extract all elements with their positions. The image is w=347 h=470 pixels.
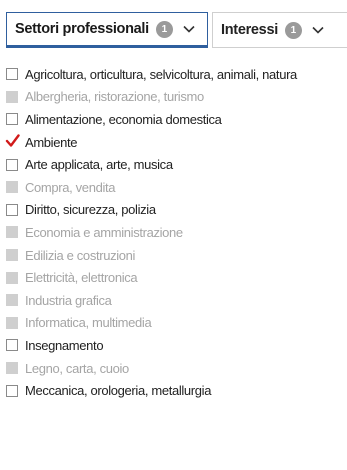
sector-option[interactable]: Agricoltura, orticultura, selvicoltura, … <box>6 63 347 86</box>
tab-interessi-label: Interessi <box>221 22 278 38</box>
sector-option: Compra, vendita <box>6 176 347 199</box>
sector-option[interactable]: Insegnamento <box>6 334 347 357</box>
sector-option-label: Agricoltura, orticultura, selvicoltura, … <box>25 66 297 82</box>
sector-option-label: Elettricità, elettronica <box>25 270 138 286</box>
sector-option[interactable]: Diritto, sicurezza, polizia <box>6 199 347 222</box>
checkmark-icon[interactable] <box>5 134 20 148</box>
checkbox <box>6 294 18 307</box>
chevron-down-icon <box>311 23 325 37</box>
checkbox <box>6 181 18 194</box>
sector-option[interactable]: Meccanica, orologeria, metallurgia <box>6 379 347 402</box>
checkbox[interactable] <box>6 113 18 126</box>
sector-option-label: Legno, carta, cuoio <box>25 360 129 376</box>
sector-option[interactable]: Alimentazione, economia domestica <box>6 108 347 131</box>
sector-option[interactable]: Arte applicata, arte, musica <box>6 153 347 176</box>
tab-settori-label: Settori professionali <box>15 21 149 37</box>
tab-settori-professionali[interactable]: Settori professionali 1 <box>6 12 208 48</box>
checkbox[interactable] <box>6 339 18 352</box>
checkbox <box>6 226 18 239</box>
checkbox[interactable] <box>6 158 18 171</box>
checkbox <box>6 271 18 284</box>
checkbox <box>6 90 18 103</box>
filter-panel: Settori professionali 1 Interessi 1 Agri… <box>0 0 347 470</box>
sector-option: Edilizia e costruzioni <box>6 244 347 267</box>
checkbox[interactable] <box>6 68 18 81</box>
sector-option-label: Compra, vendita <box>25 179 116 195</box>
sector-option-label: Informatica, multimedia <box>25 315 152 331</box>
checkbox <box>6 249 18 262</box>
sector-option-label: Diritto, sicurezza, polizia <box>25 202 156 218</box>
tab-interessi[interactable]: Interessi 1 <box>212 12 347 48</box>
tab-settori-count-badge: 1 <box>155 20 173 38</box>
sector-option-label: Industria grafica <box>25 292 112 308</box>
sector-option[interactable]: Ambiente <box>5 131 347 154</box>
sector-option-label: Meccanica, orologeria, metallurgia <box>25 383 212 399</box>
chevron-down-icon <box>182 22 196 36</box>
sector-option-list: Agricoltura, orticultura, selvicoltura, … <box>5 63 347 402</box>
sector-option-label: Edilizia e costruzioni <box>25 247 136 263</box>
sector-option: Elettricità, elettronica <box>6 266 347 289</box>
sector-option-label: Arte applicata, arte, musica <box>25 157 173 173</box>
sector-option: Albergheria, ristorazione, turismo <box>6 86 347 109</box>
checkbox <box>6 316 18 329</box>
filter-tabs: Settori professionali 1 Interessi 1 <box>6 12 347 48</box>
sector-option-label: Insegnamento <box>25 337 104 353</box>
sector-option: Legno, carta, cuoio <box>6 357 347 380</box>
tab-interessi-count-badge: 1 <box>284 21 302 39</box>
sector-option: Informatica, multimedia <box>6 312 347 335</box>
checkbox <box>6 362 18 375</box>
checkbox[interactable] <box>6 384 18 397</box>
sector-option-label: Alimentazione, economia domestica <box>25 111 222 127</box>
sector-option: Industria grafica <box>6 289 347 312</box>
sector-option-label: Ambiente <box>25 134 78 150</box>
sector-option: Economia e amministrazione <box>6 221 347 244</box>
sector-option-label: Albergheria, ristorazione, turismo <box>25 89 204 105</box>
sector-option-label: Economia e amministrazione <box>25 224 183 240</box>
checkbox[interactable] <box>6 203 18 216</box>
